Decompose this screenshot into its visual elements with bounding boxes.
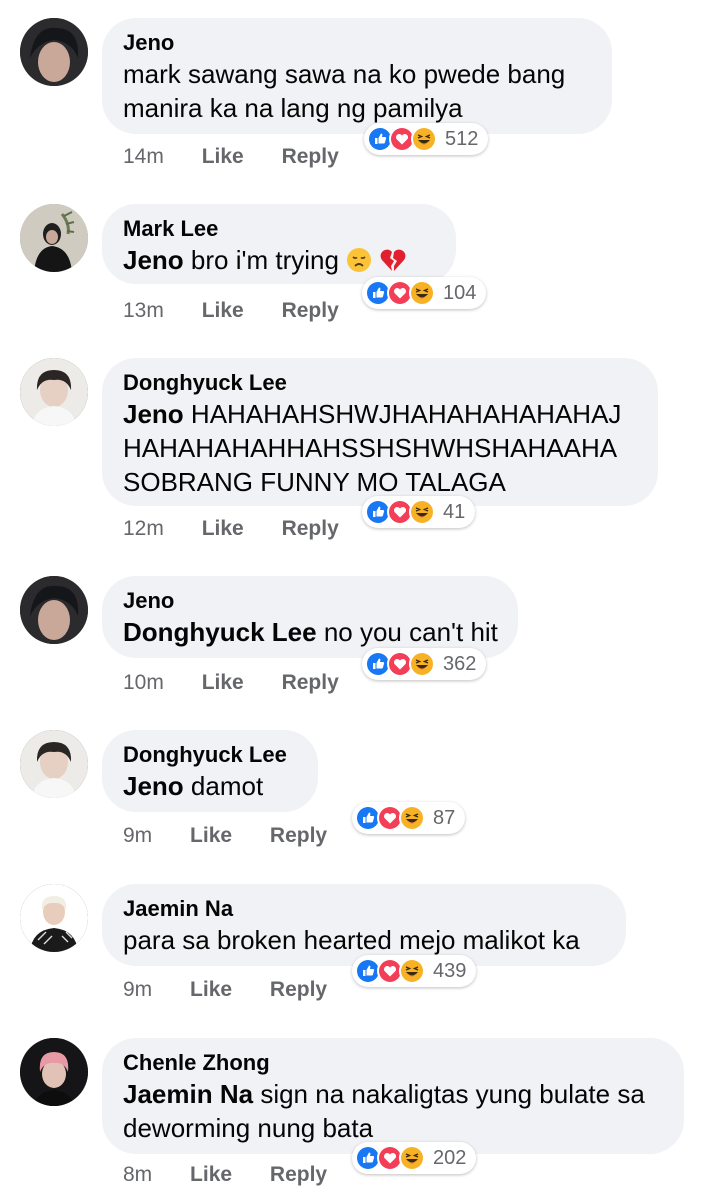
comment-timestamp[interactable]: 13m [123,298,164,324]
like-button[interactable]: Like [202,516,244,542]
reply-button[interactable]: Reply [270,823,327,849]
comment-timestamp[interactable]: 9m [123,977,152,1003]
like-button[interactable]: Like [190,977,232,1003]
haha-reaction-icon [399,805,425,831]
comment-bubble: Mark Lee Jeno bro i'm trying [102,204,456,284]
mention-tag[interactable]: Jeno [123,771,184,801]
comment-actions: 13m Like Reply [123,298,371,324]
reaction-summary[interactable]: 439 [352,955,477,987]
comment-actions: 10m Like Reply [123,670,371,696]
comment-text-line: Jeno damot [123,769,296,803]
reply-button[interactable]: Reply [282,144,339,170]
comment-bubble: Jeno Donghyuck Lee no you can't hit [102,576,518,658]
reaction-count: 41 [443,500,466,523]
reaction-count: 362 [443,652,477,675]
reaction-count: 202 [433,1146,467,1169]
comment-text-line: SOBRANG FUNNY MO TALAGA [123,467,506,497]
haha-reaction-icon [409,651,435,677]
comment-author[interactable]: Jaemin Na [123,895,604,923]
mention-tag[interactable]: Jeno [123,399,184,429]
comment-text-line: mark sawang sawa na ko pwede bang [123,59,566,89]
reply-button[interactable]: Reply [282,670,339,696]
comment-actions: 9m Like Reply [123,823,359,849]
comment-author[interactable]: Jeno [123,587,496,615]
avatar[interactable] [20,1038,88,1106]
comment-author[interactable]: Mark Lee [123,215,434,243]
comment-text-line: Jaemin Na sign na nakaligtas yung bulate… [123,1077,662,1111]
comment-bubble: Jeno mark sawang sawa na ko pwede bang m… [102,18,612,134]
comment-bubble: Donghyuck Lee Jeno damot [102,730,318,812]
comment-author[interactable]: Chenle Zhong [123,1049,662,1077]
avatar[interactable] [20,884,88,952]
reaction-count: 104 [443,281,477,304]
comment-bubble: Jaemin Na para sa broken hearted mejo ma… [102,884,626,966]
haha-reaction-icon [399,1145,425,1171]
haha-reaction-icon [409,499,435,525]
reaction-summary[interactable]: 202 [352,1142,477,1174]
comment-author[interactable]: Jeno [123,29,590,57]
mention-tag[interactable]: Jeno [123,245,184,275]
comment-text: bro i'm trying [190,245,339,275]
reaction-summary[interactable]: 41 [362,496,476,528]
comment-actions: 9m Like Reply [123,977,359,1003]
reaction-count: 87 [433,806,456,829]
comment-text-line: deworming nung bata [123,1113,374,1143]
mention-tag[interactable]: Donghyuck Lee [123,617,317,647]
like-button[interactable]: Like [190,823,232,849]
comment-text: no you can't hit [323,617,498,647]
disappointed-face-emoji [346,247,372,281]
like-button[interactable]: Like [190,1162,232,1188]
haha-reaction-icon [409,280,435,306]
reply-button[interactable]: Reply [270,977,327,1003]
haha-reaction-icon [411,126,437,152]
comment-timestamp[interactable]: 12m [123,516,164,542]
comment-text-line: para sa broken hearted mejo malikot ka [123,925,580,955]
comment-author[interactable]: Donghyuck Lee [123,741,296,769]
comment-timestamp[interactable]: 10m [123,670,164,696]
comment-text-line: Jeno HAHAHAHSHWJHAHAHAHAHAHAJ [123,397,636,431]
comment-actions: 14m Like Reply [123,144,371,170]
reply-button[interactable]: Reply [282,298,339,324]
comment-text: sign na nakaligtas yung bulate sa [260,1079,645,1109]
broken-heart-emoji [379,247,407,281]
like-button[interactable]: Like [202,144,244,170]
comment-thread: Jeno mark sawang sawa na ko pwede bang m… [0,0,704,1200]
like-button[interactable]: Like [202,298,244,324]
comment-text: HAHAHAHSHWJHAHAHAHAHAHAJ [190,399,622,429]
comment-text-line: HAHAHAHAHHAHSSHSHWHSHAHAAHA [123,433,618,463]
mention-tag[interactable]: Jaemin Na [123,1079,253,1109]
haha-reaction-icon [399,958,425,984]
comment-text-line: Donghyuck Lee no you can't hit [123,615,498,649]
reaction-summary[interactable]: 362 [362,648,487,680]
reaction-summary[interactable]: 104 [362,277,487,309]
reaction-count: 439 [433,959,467,982]
comment-bubble: Chenle Zhong Jaemin Na sign na nakaligta… [102,1038,684,1154]
reaction-count: 512 [445,127,479,150]
avatar[interactable] [20,730,88,798]
avatar[interactable] [20,358,88,426]
avatar[interactable] [20,18,88,86]
comment-text-line: Jeno bro i'm trying [123,243,434,281]
avatar[interactable] [20,204,88,272]
comment-text: damot [190,771,264,801]
reply-button[interactable]: Reply [270,1162,327,1188]
comment-bubble: Donghyuck Lee Jeno HAHAHAHSHWJHAHAHAHAHA… [102,358,658,506]
reaction-summary[interactable]: 87 [352,802,466,834]
comment-timestamp[interactable]: 8m [123,1162,152,1188]
reaction-summary[interactable]: 512 [364,123,489,155]
comment-actions: 12m Like Reply [123,516,371,542]
comment-actions: 8m Like Reply [123,1162,359,1188]
like-button[interactable]: Like [202,670,244,696]
comment-text-line: manira ka na lang ng pamilya [123,93,463,123]
comment-timestamp[interactable]: 9m [123,823,152,849]
avatar[interactable] [20,576,88,644]
comment-author[interactable]: Donghyuck Lee [123,369,636,397]
comment-timestamp[interactable]: 14m [123,144,164,170]
reply-button[interactable]: Reply [282,516,339,542]
